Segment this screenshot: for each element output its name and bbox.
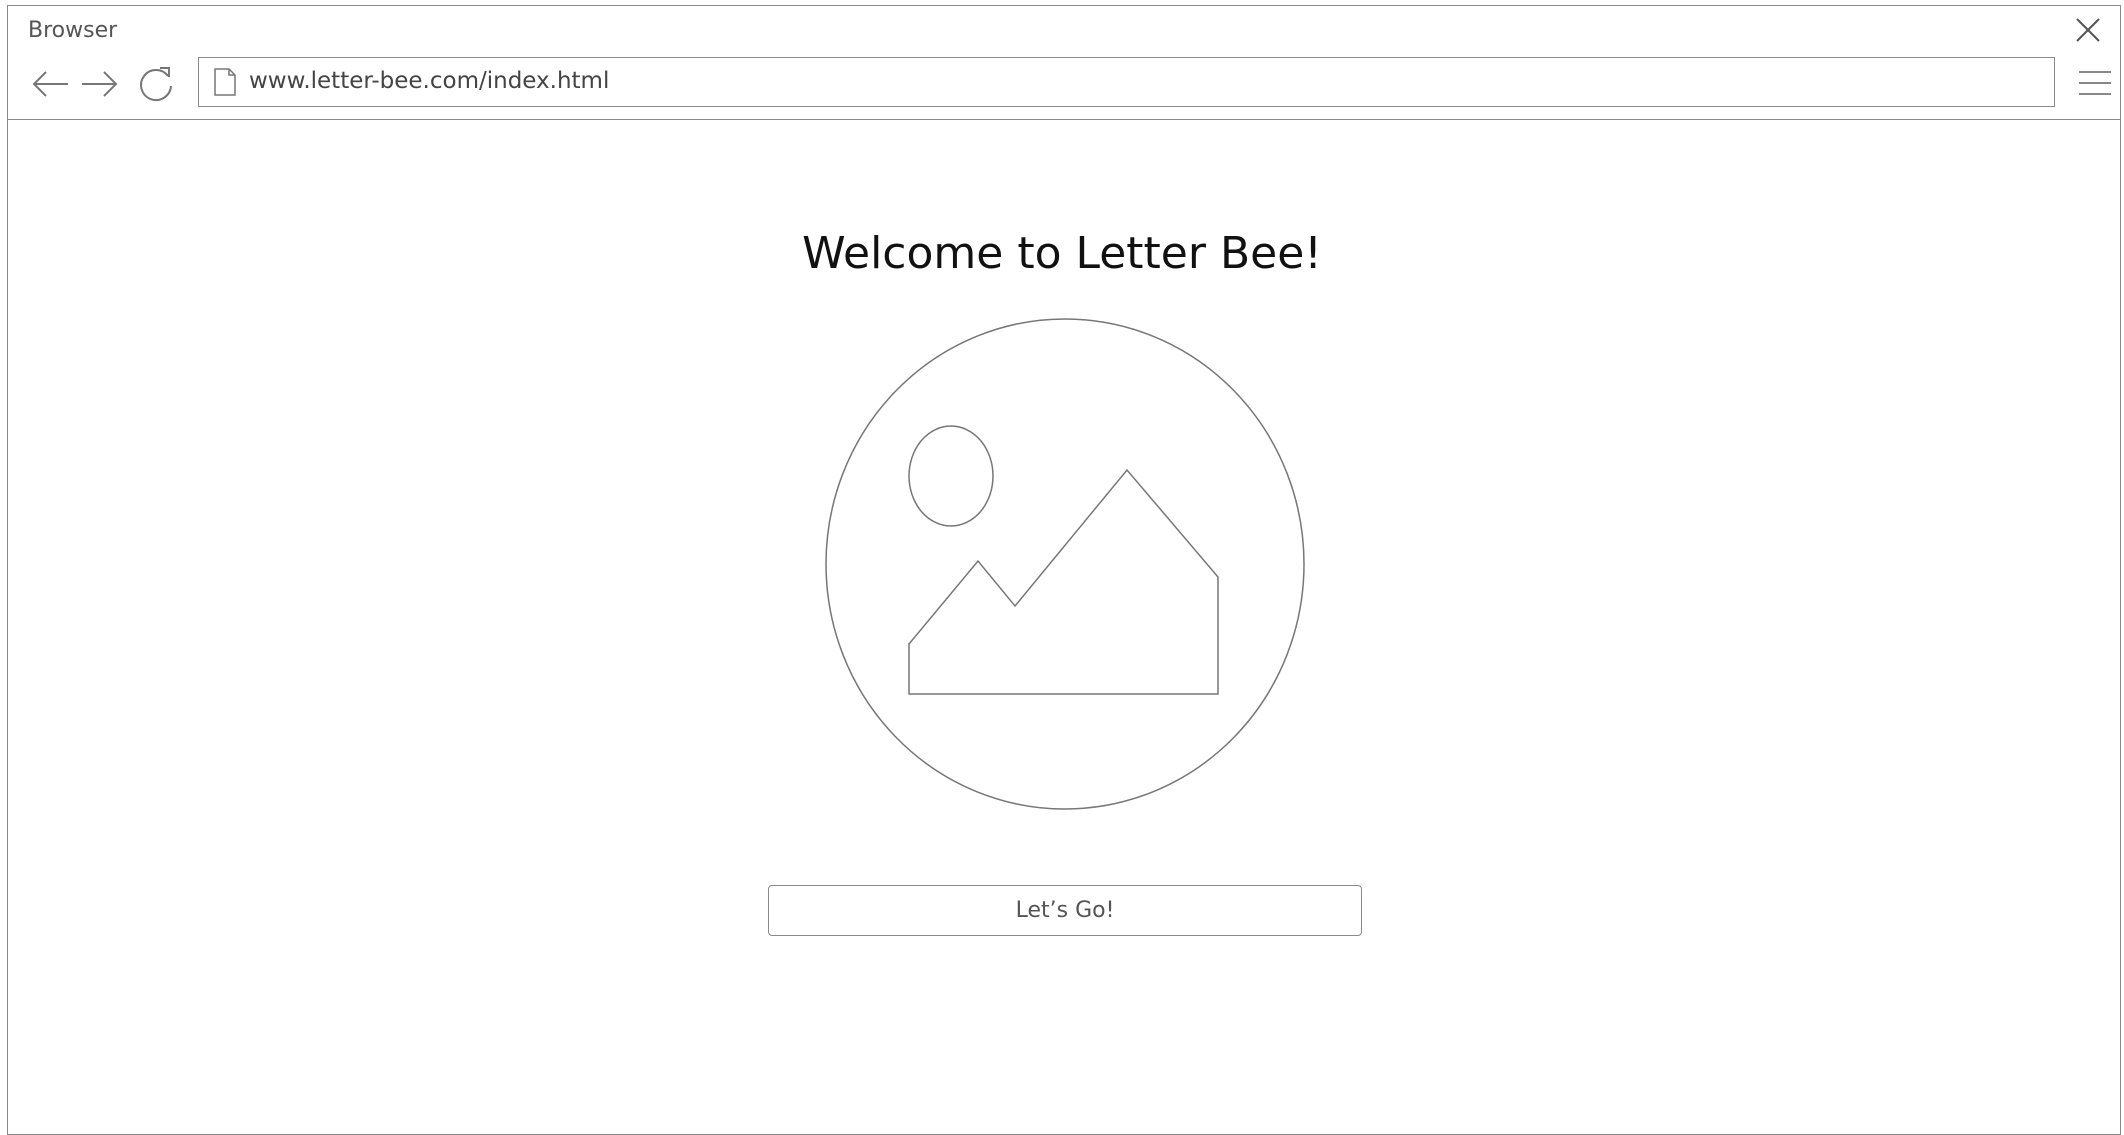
lets-go-button[interactable]: Let’s Go! — [768, 885, 1362, 936]
arrow-right-icon[interactable] — [80, 64, 120, 104]
close-icon[interactable] — [2074, 16, 2102, 44]
reload-icon[interactable] — [136, 64, 176, 104]
hamburger-menu-icon[interactable] — [2078, 66, 2112, 100]
address-bar[interactable]: www.letter-bee.com/index.html — [198, 57, 2055, 107]
browser-chrome: Browser www.letter-bee.com/index.html — [8, 6, 2120, 120]
url-text[interactable]: www.letter-bee.com/index.html — [249, 68, 609, 94]
page-icon — [213, 68, 237, 96]
window-title: Browser — [28, 18, 118, 43]
page-heading: Welcome to Letter Bee! — [802, 228, 1322, 279]
arrow-left-icon[interactable] — [30, 64, 70, 104]
image-placeholder-icon — [822, 316, 1308, 812]
